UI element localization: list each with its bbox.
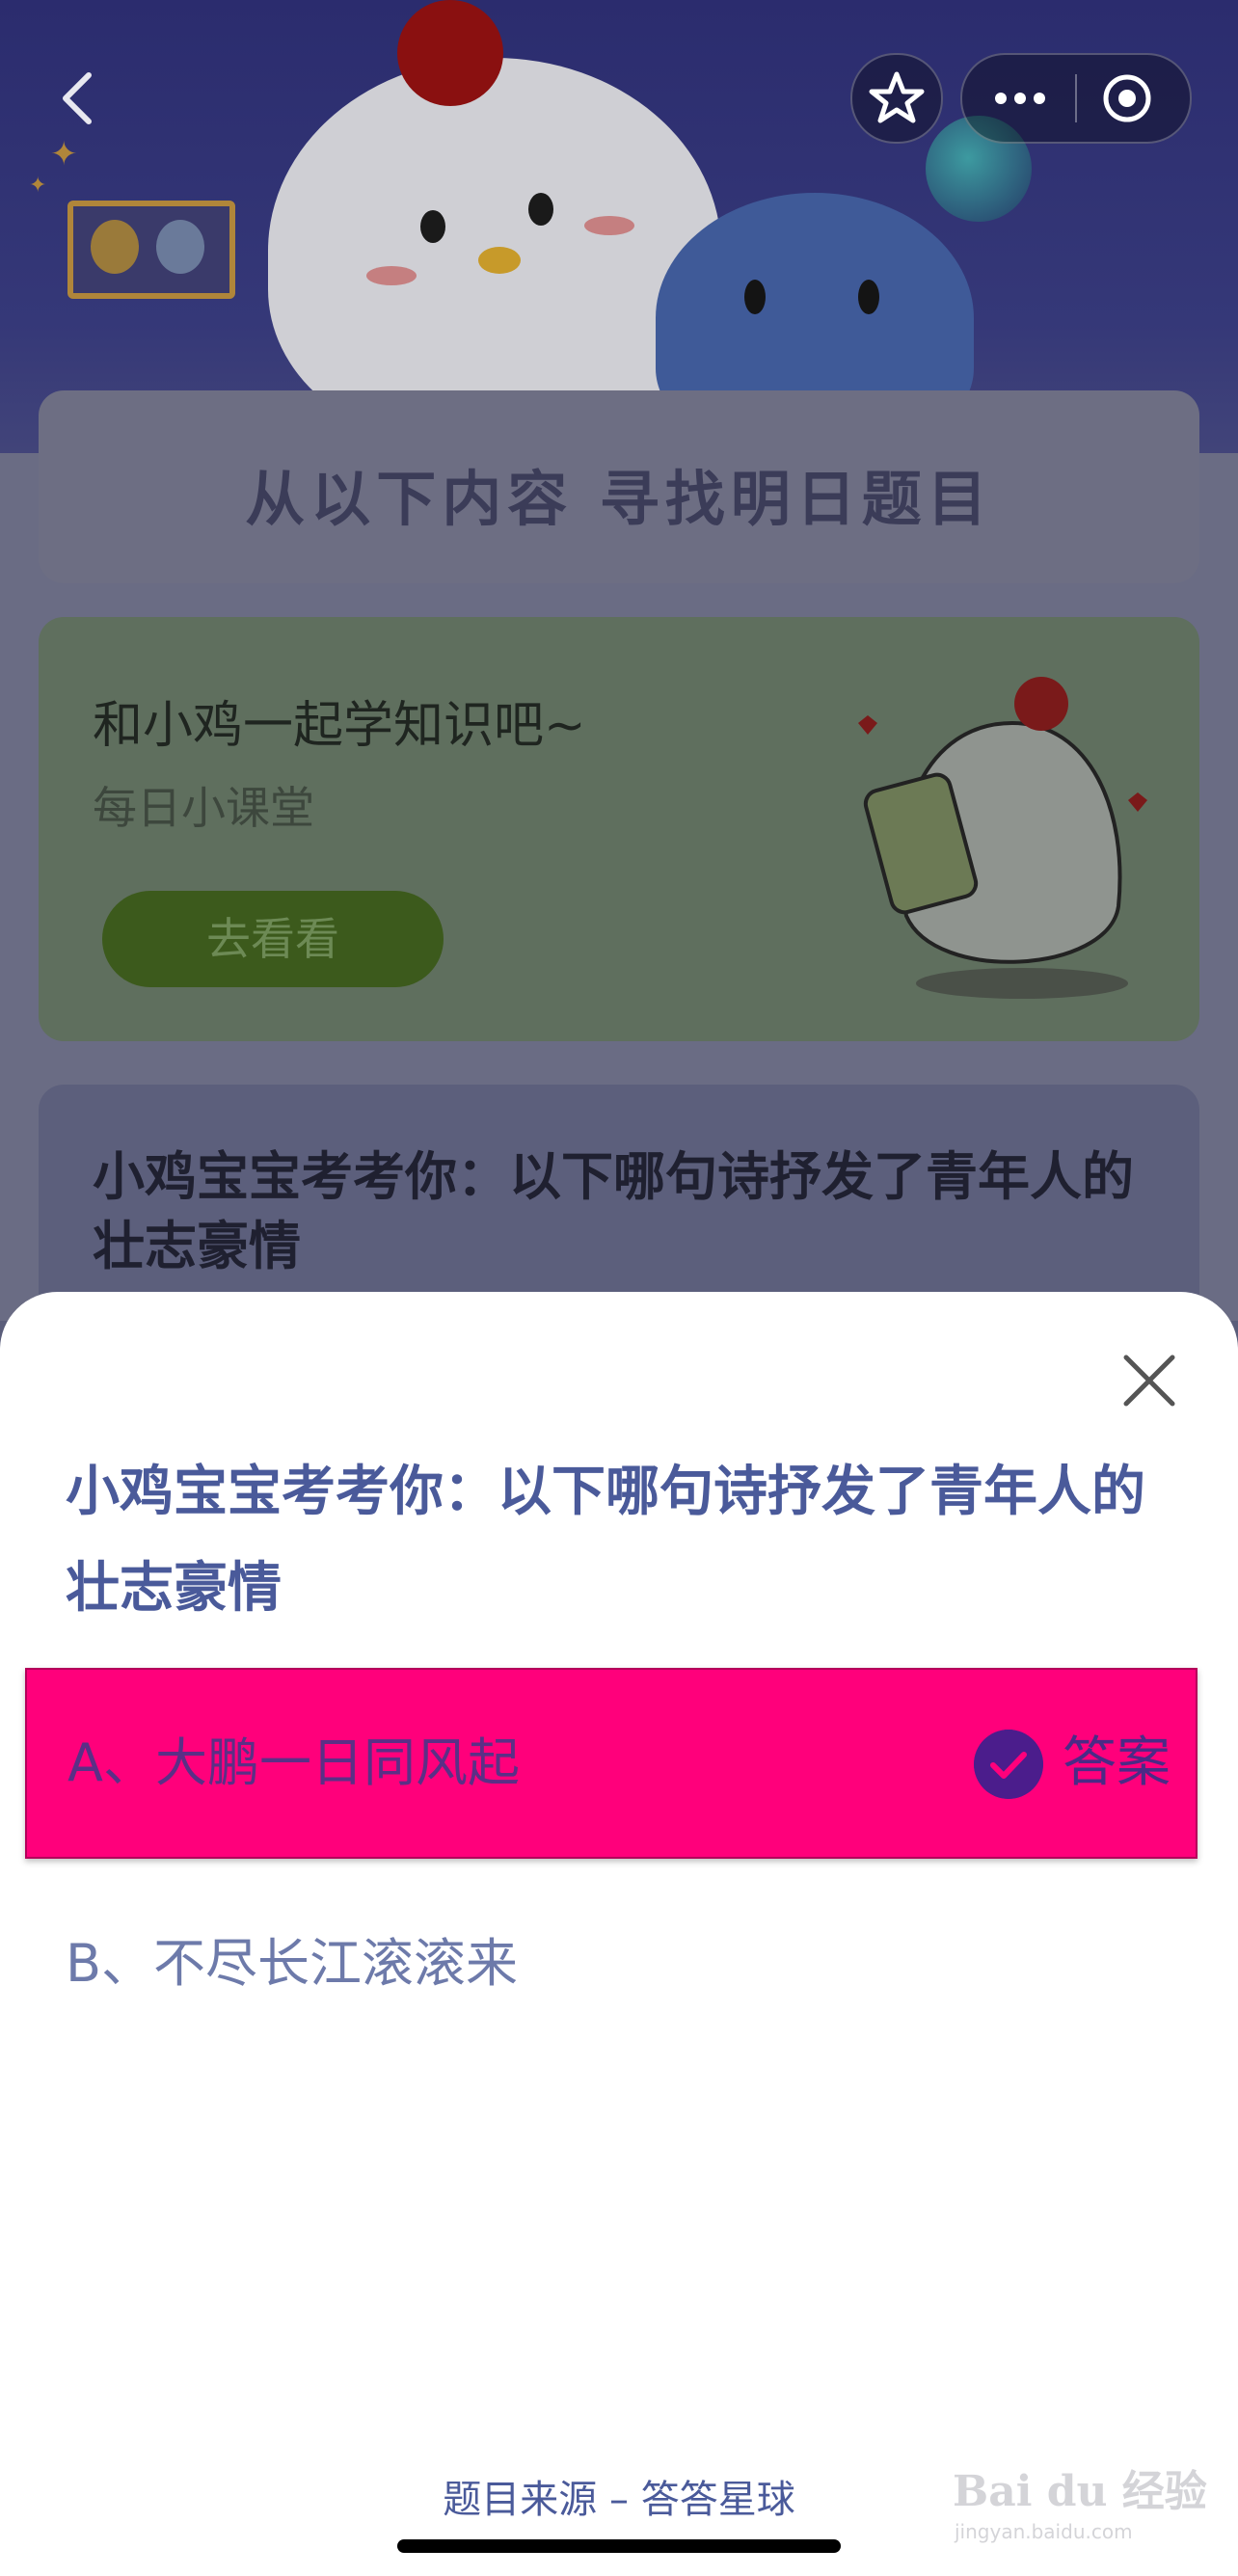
section-title-card: 从以下内容 寻找明日题目 [39, 390, 1199, 583]
go-see-button[interactable]: 去看看 [102, 891, 444, 987]
section-title: 从以下内容 寻找明日题目 [245, 464, 993, 534]
lesson-card[interactable]: 和小鸡一起学知识吧~ 每日小课堂 去看看 [39, 617, 1199, 1041]
quiz-preview-question: 小鸡宝宝考考你：以下哪句诗抒发了青年人的壮志豪情 [93, 1146, 1134, 1276]
option-a[interactable]: A、大鹏一日同风起 答案 [25, 1668, 1198, 1859]
home-indicator[interactable] [397, 2539, 841, 2553]
chevron-left-icon[interactable] [58, 69, 96, 127]
more-dots-icon[interactable] [962, 55, 1075, 142]
chick-cheek [584, 216, 634, 235]
chick-eye [420, 210, 445, 243]
chick-with-tea-illustration [858, 677, 1147, 999]
chick-cheek [366, 266, 417, 285]
star-icon [869, 71, 925, 123]
watermark-url: jingyan.baidu.com [955, 2520, 1133, 2543]
alien-eye [858, 280, 879, 314]
chick-eye [528, 193, 553, 226]
lesson-card-subtitle: 每日小课堂 [93, 782, 314, 834]
option-a-label: A、大鹏一日同风起 [67, 1732, 520, 1793]
option-b[interactable]: B、不尽长江滚滚来 [25, 1870, 1194, 2057]
baidu-jingyan-watermark: Bai du 经验 [953, 2467, 1207, 2516]
alien-eye [744, 280, 766, 314]
chick-comb [397, 0, 503, 106]
option-b-label: B、不尽长江滚滚来 [66, 1933, 519, 1994]
answer-tag: 答案 [1063, 1731, 1171, 1794]
medal-frame-icon [67, 201, 235, 299]
sparkle-icon: ✦ [29, 174, 47, 198]
close-icon[interactable] [1118, 1350, 1180, 1411]
gold-medal-icon [91, 220, 139, 274]
capsule-menu [960, 53, 1192, 144]
target-circle-icon[interactable] [1077, 55, 1190, 142]
silver-medal-icon [156, 220, 204, 274]
chick-beak [478, 247, 521, 274]
sparkle-icon: ✦ [50, 135, 78, 174]
check-icon [974, 1730, 1043, 1799]
favorite-button[interactable] [850, 53, 943, 144]
sheet-question: 小鸡宝宝考考你：以下哪句诗抒发了青年人的壮志豪情 [66, 1461, 1145, 1620]
lesson-card-title: 和小鸡一起学知识吧~ [93, 697, 586, 755]
